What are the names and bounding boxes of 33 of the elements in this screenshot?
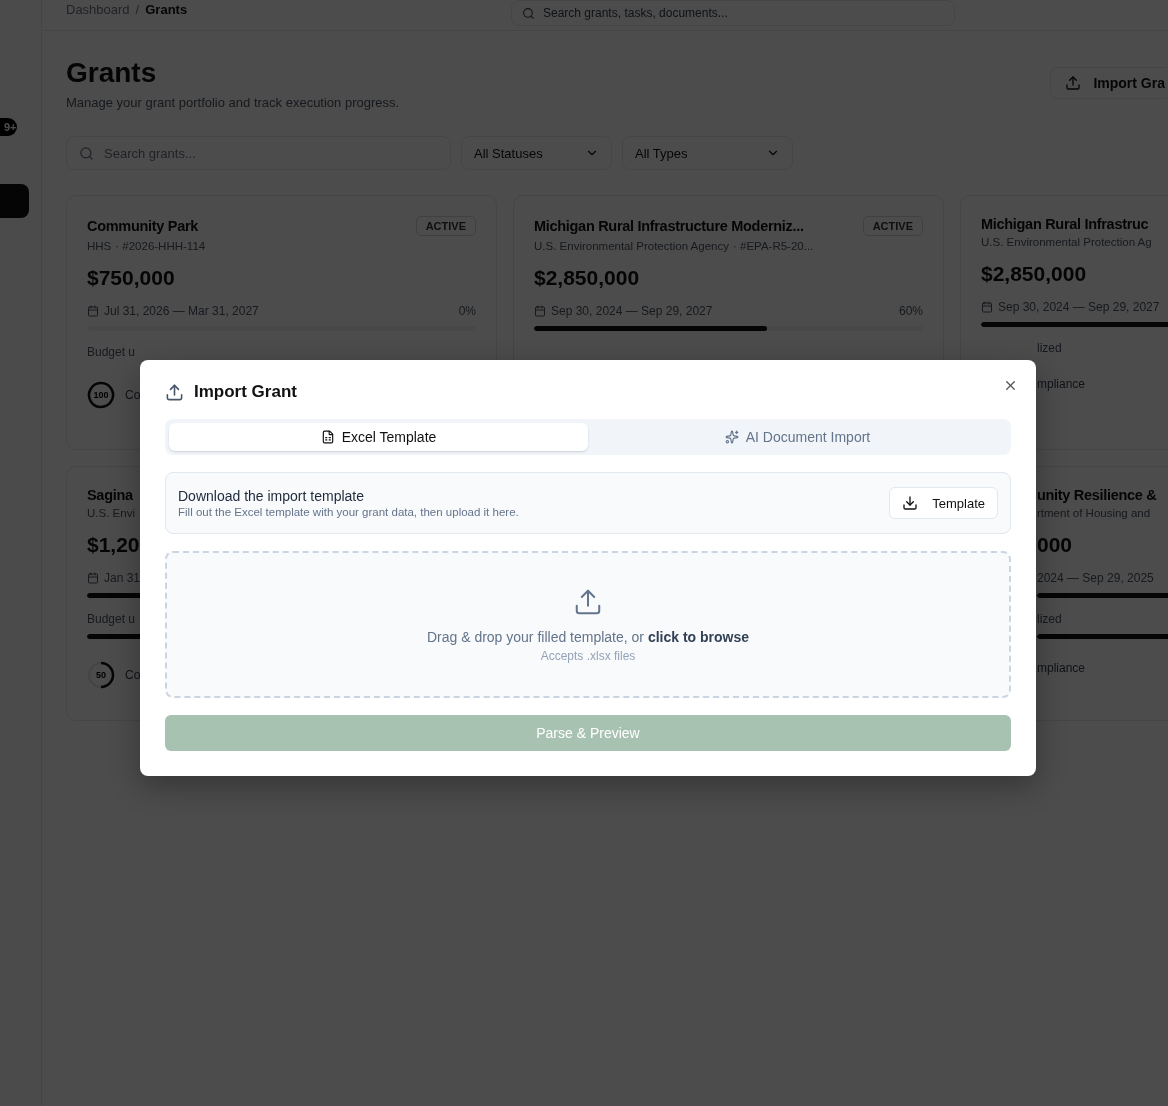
compliance-label: mpliance (1037, 377, 1086, 391)
tab[interactable]: Excel Template (169, 423, 588, 451)
compliance-label: Co (125, 388, 141, 402)
file-type-hint: Accepts .xlsx files (540, 648, 636, 663)
grant-amount: $750,000 (87, 266, 176, 290)
breadcrumb-current: Grants (145, 2, 188, 17)
compliance-label: Co (125, 668, 141, 682)
download-icon (902, 495, 919, 511)
grant-title: Michigan Rural Infrastruc (981, 216, 1149, 232)
template-description: Fill out the Excel template with your grant data, then upload it here. (178, 506, 519, 518)
spreadsheet-file-icon (320, 430, 335, 444)
tab[interactable]: AI Document Import (588, 423, 1007, 451)
page-title: Grants (66, 57, 158, 89)
grant-amount: $2,850,000 (981, 262, 1088, 286)
score-value: 50 (96, 670, 106, 680)
grant-amount: 000 (1037, 533, 1074, 557)
dialog-title: Import Grant (194, 382, 297, 402)
download-template-button[interactable]: Template (889, 487, 998, 519)
sparkles-icon (724, 430, 739, 444)
grant-title: Michigan Rural Infrastructure Moderniz... (534, 218, 804, 234)
drop-instructions: Drag & drop your filled template, or click to browse (426, 628, 750, 645)
compliance-label: mpliance (1037, 661, 1086, 675)
score-value: 100 (93, 390, 109, 400)
grant-title: Community Park (87, 218, 199, 234)
grant-amount: $1,20 (87, 533, 141, 557)
grant-title: Sagina (87, 487, 133, 503)
close-icon (1003, 378, 1018, 393)
grant-amount: $2,850,000 (534, 266, 641, 290)
file-drop-zone[interactable]: Drag & drop your filled template, or click to browse Accepts .xlsx files (165, 551, 1011, 698)
grant-title: unity Resilience & (1037, 487, 1157, 503)
breadcrumb-separator: / (135, 2, 140, 17)
upload-icon (165, 382, 184, 402)
template-title: Download the import template (178, 488, 365, 504)
